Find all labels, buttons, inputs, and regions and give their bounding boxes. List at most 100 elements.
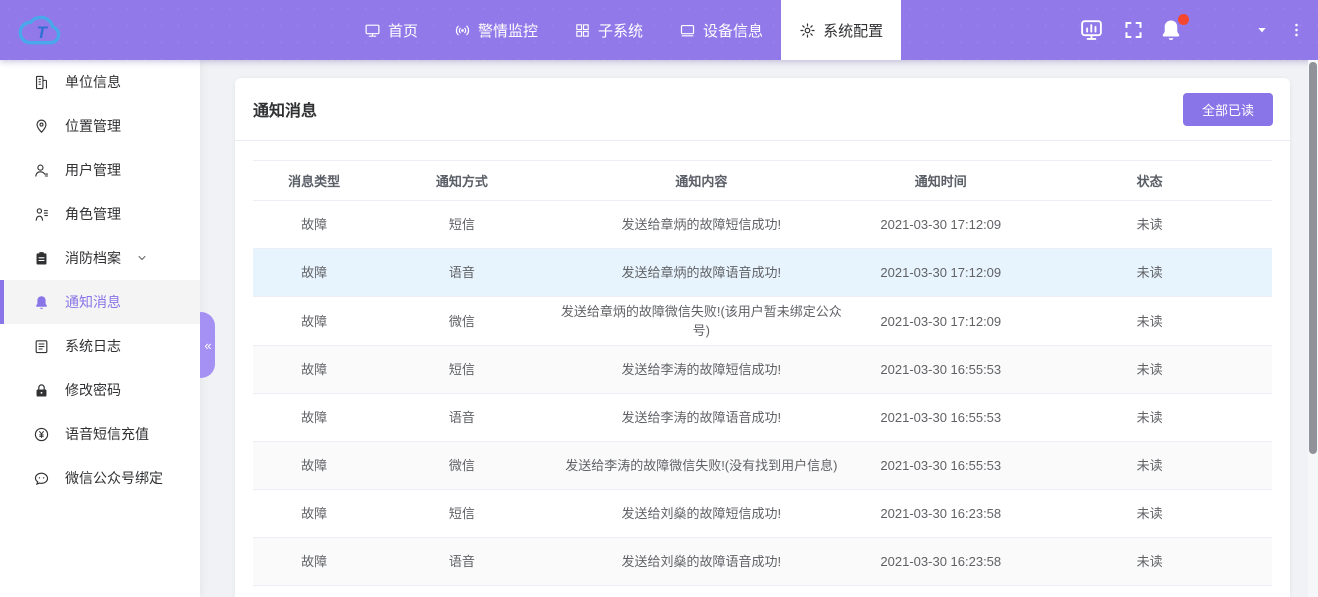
table-row[interactable]: 故障 语音 发送给章炳的故障语音成功! 2021-03-30 17:12:09 … bbox=[253, 249, 1272, 297]
role-icon bbox=[33, 206, 50, 223]
sidebar-item-label: 消防档案 bbox=[65, 248, 121, 268]
lock-icon bbox=[33, 382, 50, 399]
scrollbar-thumb[interactable] bbox=[1309, 62, 1317, 454]
cell-notify-method: 语音 bbox=[375, 394, 548, 441]
nav-menu: 首页 警情监控 子系统 设备信息 系统配置 bbox=[346, 0, 901, 60]
cell-status: 未读 bbox=[1027, 442, 1272, 489]
sidebar-item-1[interactable]: 位置管理 bbox=[0, 104, 200, 148]
home-monitor-icon bbox=[364, 22, 381, 39]
nav-item-3[interactable]: 设备信息 bbox=[661, 0, 781, 60]
more-options-button[interactable] bbox=[1288, 22, 1305, 39]
cell-notify-time: 2021-03-30 17:12:09 bbox=[854, 297, 1027, 345]
sidebar-item-5[interactable]: 通知消息 bbox=[0, 280, 200, 324]
vertical-scrollbar[interactable] bbox=[1308, 60, 1318, 597]
cell-message-type: 故障 bbox=[253, 297, 375, 345]
cell-notify-content: 发送给刘燊的故障短信成功! bbox=[548, 490, 854, 537]
nav-item-label: 子系统 bbox=[598, 20, 643, 41]
user-icon bbox=[33, 162, 50, 179]
table-row[interactable]: 故障 短信 发送给李涛的故障短信成功! 2021-03-30 16:55:53 … bbox=[253, 346, 1272, 394]
cell-notify-method: 短信 bbox=[375, 201, 548, 248]
cell-notify-content: 发送给李涛的故障微信失败!(没有找到用户信息) bbox=[548, 442, 854, 489]
more-vertical-icon bbox=[1288, 22, 1305, 39]
cell-status: 未读 bbox=[1027, 538, 1272, 585]
table-header-row: 消息类型 通知方式 通知内容 通知时间 状态 bbox=[253, 161, 1272, 201]
sidebar-item-label: 用户管理 bbox=[65, 160, 121, 180]
table-row[interactable]: 故障 短信 发送给章炳的故障短信成功! 2021-03-30 17:12:09 … bbox=[253, 201, 1272, 249]
sidebar-item-label: 系统日志 bbox=[65, 336, 121, 356]
table-body: 故障 短信 发送给章炳的故障短信成功! 2021-03-30 17:12:09 … bbox=[253, 201, 1272, 586]
archive-icon bbox=[33, 250, 50, 267]
sidebar-item-4[interactable]: 消防档案 bbox=[0, 236, 200, 280]
app-logo[interactable] bbox=[18, 8, 65, 50]
cell-notify-content: 发送给章炳的故障微信失败!(该用户暂未绑定公众号) bbox=[548, 297, 854, 345]
table-row[interactable]: 故障 微信 发送给李涛的故障微信失败!(没有找到用户信息) 2021-03-30… bbox=[253, 442, 1272, 490]
cell-message-type: 故障 bbox=[253, 538, 375, 585]
caret-down-icon bbox=[1254, 22, 1270, 38]
cell-notify-content: 发送给章炳的故障短信成功! bbox=[548, 201, 854, 248]
mark-all-read-button[interactable]: 全部已读 bbox=[1183, 93, 1273, 126]
cell-message-type: 故障 bbox=[253, 442, 375, 489]
column-header-notify-method: 通知方式 bbox=[375, 161, 548, 200]
sidebar-item-7[interactable]: 修改密码 bbox=[0, 368, 200, 412]
cell-message-type: 故障 bbox=[253, 249, 375, 296]
cell-notify-method: 微信 bbox=[375, 297, 548, 345]
cell-notify-time: 2021-03-30 17:12:09 bbox=[854, 249, 1027, 296]
bell-icon bbox=[33, 294, 50, 311]
top-navbar: 首页 警情监控 子系统 设备信息 系统配置 bbox=[0, 0, 1318, 60]
device-info-icon bbox=[679, 22, 696, 39]
recharge-icon bbox=[33, 426, 50, 443]
cell-message-type: 故障 bbox=[253, 201, 375, 248]
cell-notify-method: 语音 bbox=[375, 249, 548, 296]
sidebar-item-label: 位置管理 bbox=[65, 116, 121, 136]
cell-notify-time: 2021-03-30 16:55:53 bbox=[854, 346, 1027, 393]
nav-item-2[interactable]: 子系统 bbox=[556, 0, 661, 60]
cloud-logo-icon bbox=[18, 8, 65, 50]
sidebar-item-9[interactable]: 微信公众号绑定 bbox=[0, 456, 200, 500]
cell-notify-method: 短信 bbox=[375, 346, 548, 393]
sidebar-item-label: 通知消息 bbox=[65, 292, 121, 312]
sidebar-collapse-handle[interactable]: « bbox=[200, 312, 215, 378]
notifications-card: 通知消息 全部已读 消息类型 通知方式 通知内容 通知时间 状态 故障 短信 发… bbox=[235, 78, 1290, 597]
subsystem-icon bbox=[574, 22, 591, 39]
cell-notify-method: 语音 bbox=[375, 538, 548, 585]
cell-notify-content: 发送给李涛的故障短信成功! bbox=[548, 346, 854, 393]
dashboard-chart-button[interactable] bbox=[1079, 18, 1104, 43]
table-row[interactable]: 故障 语音 发送给刘燊的故障语音成功! 2021-03-30 16:23:58 … bbox=[253, 538, 1272, 586]
fullscreen-button[interactable] bbox=[1123, 20, 1144, 41]
nav-item-label: 首页 bbox=[388, 20, 418, 41]
table-row[interactable]: 故障 语音 发送给李涛的故障语音成功! 2021-03-30 16:55:53 … bbox=[253, 394, 1272, 442]
cell-status: 未读 bbox=[1027, 249, 1272, 296]
user-menu-caret[interactable] bbox=[1254, 22, 1270, 38]
cell-notify-content: 发送给李涛的故障语音成功! bbox=[548, 394, 854, 441]
sidebar-item-3[interactable]: 角色管理 bbox=[0, 192, 200, 236]
cell-notify-time: 2021-03-30 17:12:09 bbox=[854, 201, 1027, 248]
nav-item-1[interactable]: 警情监控 bbox=[436, 0, 556, 60]
notifications-table: 消息类型 通知方式 通知内容 通知时间 状态 故障 短信 发送给章炳的故障短信成… bbox=[253, 160, 1272, 597]
cell-status: 未读 bbox=[1027, 201, 1272, 248]
table-row[interactable]: 故障 微信 发送给章炳的故障微信失败!(该用户暂未绑定公众号) 2021-03-… bbox=[253, 297, 1272, 346]
column-header-status: 状态 bbox=[1027, 161, 1272, 200]
nav-item-label: 警情监控 bbox=[478, 20, 538, 41]
log-icon bbox=[33, 338, 50, 355]
column-header-notify-content: 通知内容 bbox=[548, 161, 854, 200]
sidebar-item-2[interactable]: 用户管理 bbox=[0, 148, 200, 192]
cell-notify-content: 发送给章炳的故障语音成功! bbox=[548, 249, 854, 296]
table-row-partial bbox=[253, 586, 1272, 597]
sidebar-item-label: 单位信息 bbox=[65, 72, 121, 92]
alarm-broadcast-icon bbox=[454, 22, 471, 39]
sidebar-item-0[interactable]: 单位信息 bbox=[0, 60, 200, 104]
cell-status: 未读 bbox=[1027, 346, 1272, 393]
sidebar-item-label: 角色管理 bbox=[65, 204, 121, 224]
table-row[interactable]: 故障 短信 发送给刘燊的故障短信成功! 2021-03-30 16:23:58 … bbox=[253, 490, 1272, 538]
building-icon bbox=[33, 74, 50, 91]
nav-item-4[interactable]: 系统配置 bbox=[781, 0, 901, 60]
sidebar-item-6[interactable]: 系统日志 bbox=[0, 324, 200, 368]
cell-notify-time: 2021-03-30 16:55:53 bbox=[854, 394, 1027, 441]
nav-item-0[interactable]: 首页 bbox=[346, 0, 436, 60]
cell-status: 未读 bbox=[1027, 490, 1272, 537]
cell-message-type: 故障 bbox=[253, 346, 375, 393]
sidebar-item-8[interactable]: 语音短信充值 bbox=[0, 412, 200, 456]
nav-item-label: 设备信息 bbox=[703, 20, 763, 41]
notifications-button[interactable] bbox=[1158, 17, 1184, 43]
cell-status: 未读 bbox=[1027, 394, 1272, 441]
